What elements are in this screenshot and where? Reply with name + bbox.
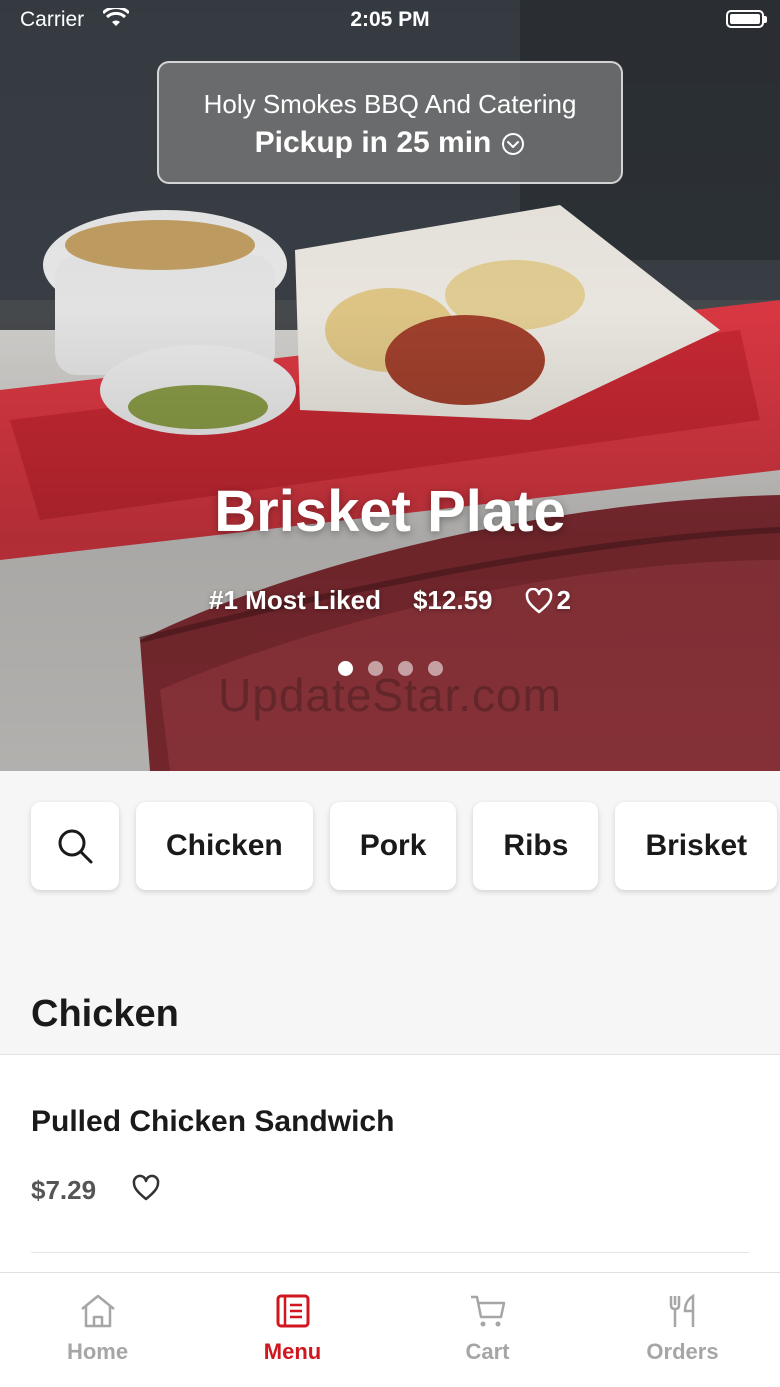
category-chip-pork[interactable]: Pork xyxy=(329,802,457,890)
divider xyxy=(31,1252,749,1253)
category-chip-ribs[interactable]: Ribs xyxy=(473,802,599,890)
menu-item-price: $7.29 xyxy=(31,1175,97,1205)
menu-icon xyxy=(276,1294,309,1328)
tab-bar: Home Menu Cart Orders xyxy=(0,1272,780,1387)
pickup-time-row: Pickup in 25 min xyxy=(159,126,621,160)
status-time: 2:05 PM xyxy=(350,8,430,31)
tab-home[interactable]: Home xyxy=(0,1273,195,1387)
tab-label: Home xyxy=(66,1339,129,1364)
home-icon xyxy=(80,1294,115,1328)
featured-badge: #1 Most Liked xyxy=(209,585,381,615)
search-button[interactable] xyxy=(31,802,119,890)
category-filter-row: Chicken Pork Ribs Brisket xyxy=(31,802,778,890)
featured-like-count: 2 xyxy=(556,585,571,615)
menu-item-list: Pulled Chicken Sandwich $7.29 xyxy=(0,1054,780,1272)
tab-cart[interactable]: Cart xyxy=(390,1273,585,1387)
category-chip-brisket[interactable]: Brisket xyxy=(615,802,778,890)
cart-icon xyxy=(470,1295,505,1327)
featured-likes[interactable]: 2 xyxy=(525,585,571,616)
tab-label: Cart xyxy=(465,1339,510,1364)
pickup-time: Pickup in 25 min xyxy=(254,126,492,159)
tab-label: Orders xyxy=(646,1339,719,1364)
featured-item-title: Brisket Plate xyxy=(214,479,566,544)
store-name: Holy Smokes BBQ And Catering xyxy=(203,89,577,119)
featured-price: $12.59 xyxy=(412,585,493,615)
status-bar: Carrier 2:05 PM xyxy=(0,0,780,40)
section-title: Chicken xyxy=(31,993,179,1035)
featured-hero[interactable]: Carrier 2:05 PM Holy Smokes BBQ And Cate… xyxy=(0,0,780,771)
heart-icon xyxy=(525,587,552,613)
orders-icon xyxy=(669,1293,694,1327)
tab-orders[interactable]: Orders xyxy=(585,1273,780,1387)
store-pickup-selector[interactable]: Holy Smokes BBQ And Catering Pickup in 2… xyxy=(157,61,623,184)
watermark: UpdateStar.com xyxy=(218,669,562,721)
category-chip-chicken[interactable]: Chicken xyxy=(136,802,313,890)
search-icon xyxy=(58,829,93,864)
heart-icon[interactable] xyxy=(131,1174,161,1202)
featured-item-meta: #1 Most Liked $12.59 2 xyxy=(0,585,780,616)
tab-menu[interactable]: Menu xyxy=(195,1273,390,1387)
battery-icon xyxy=(726,10,767,28)
menu-item-name: Pulled Chicken Sandwich xyxy=(31,1105,395,1138)
tab-label: Menu xyxy=(263,1339,322,1364)
chevron-circle-down-icon xyxy=(502,133,525,155)
